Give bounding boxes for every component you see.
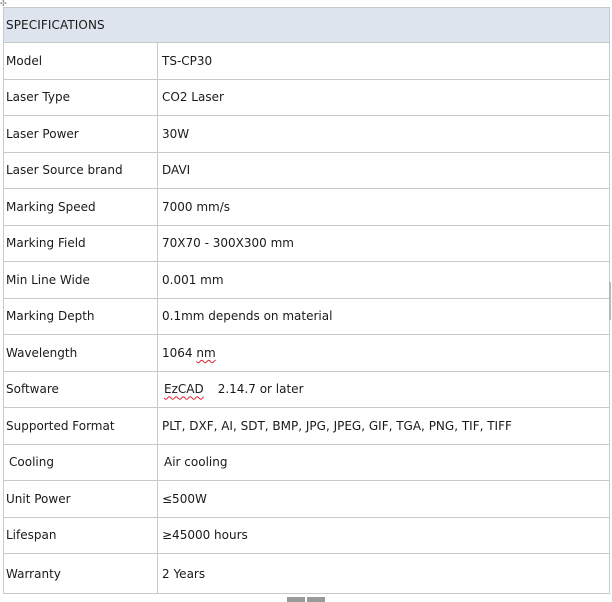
row-value: ≥45000 hours <box>156 516 611 554</box>
table-row: Supported Format PLT, DXF, AI, SDT, BMP,… <box>3 407 611 445</box>
row-label: Wavelength <box>3 334 158 372</box>
table-row: Unit Power ≤500W <box>3 480 611 518</box>
row-label: Laser Power <box>3 115 158 153</box>
software-name: EzCAD <box>164 382 204 397</box>
row-value: 30W <box>156 115 611 153</box>
table-row: Laser Type CO2 Laser <box>3 78 611 116</box>
table-row: Software EzCAD 2.14.7 or later <box>3 370 611 408</box>
software-version: 2.14.7 or later <box>217 382 304 397</box>
row-value: CO2 Laser <box>156 78 611 116</box>
row-value: PLT, DXF, AI, SDT, BMP, JPG, JPEG, GIF, … <box>156 407 611 445</box>
table-row: Min Line Wide 0.001 mm <box>3 261 611 299</box>
row-label: Marking Depth <box>3 297 158 335</box>
row-label: Unit Power <box>3 480 158 518</box>
row-label: Supported Format <box>3 407 158 445</box>
row-value: ≤500W <box>156 480 611 518</box>
vertical-scrollbar-thumb[interactable] <box>609 282 611 320</box>
table-row: Wavelength 1064 nm <box>3 334 611 372</box>
table-row: Model TS-CP30 <box>3 42 611 80</box>
row-label: Marking Field <box>3 224 158 262</box>
row-value: DAVI <box>156 151 611 189</box>
table-title: SPECIFICATIONS <box>2 7 611 43</box>
table-row: Marking Field 70X70 - 300X300 mm <box>3 224 611 262</box>
wavelength-unit: nm <box>196 345 216 360</box>
row-value: Air cooling <box>156 443 611 481</box>
row-label: Marking Speed <box>3 188 158 226</box>
row-value: 7000 mm/s <box>156 188 611 226</box>
row-label: Warranty <box>3 553 158 594</box>
row-value: 70X70 - 300X300 mm <box>156 224 611 262</box>
table-row: Warranty 2 Years <box>3 553 611 594</box>
resize-handle[interactable] <box>287 597 325 602</box>
row-value: 1064 nm <box>156 334 611 372</box>
row-value: 0.1mm depends on material <box>156 297 611 335</box>
row-value: EzCAD 2.14.7 or later <box>156 370 611 408</box>
row-label: Min Line Wide <box>3 261 158 299</box>
table-row: Marking Speed 7000 mm/s <box>3 188 611 226</box>
row-label: Model <box>3 42 158 80</box>
row-label: Cooling <box>3 443 158 481</box>
wavelength-number: 1064 <box>162 345 193 360</box>
table-row: Cooling Air cooling <box>3 443 611 481</box>
table-row: Laser Source brand DAVI <box>3 151 611 189</box>
row-label: Laser Type <box>3 78 158 116</box>
row-label: Laser Source brand <box>3 151 158 189</box>
specifications-table: SPECIFICATIONS Model TS-CP30 Laser Type … <box>2 7 611 594</box>
row-value: TS-CP30 <box>156 42 611 80</box>
row-label: Software <box>3 370 158 408</box>
row-value: 2 Years <box>156 553 611 594</box>
row-value: 0.001 mm <box>156 261 611 299</box>
table-header-row: SPECIFICATIONS <box>2 7 611 43</box>
table-row: Lifespan ≥45000 hours <box>3 516 611 554</box>
table-row: Laser Power 30W <box>3 115 611 153</box>
table-row: Marking Depth 0.1mm depends on material <box>3 297 611 335</box>
row-label: Lifespan <box>3 516 158 554</box>
